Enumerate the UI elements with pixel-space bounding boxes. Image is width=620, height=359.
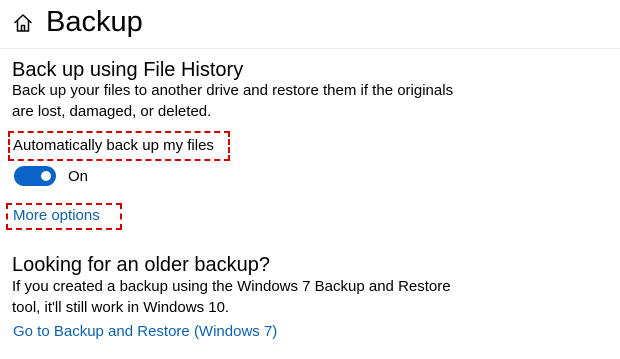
home-icon[interactable]: [12, 12, 34, 34]
file-history-description-line: are lost, damaged, or deleted.: [12, 103, 212, 120]
older-backup-section-title: Looking for an older backup?: [12, 254, 270, 276]
backup-and-restore-link[interactable]: Go to Backup and Restore (Windows 7): [13, 322, 277, 342]
auto-backup-label: Automatically back up my files: [13, 137, 214, 154]
more-options-link[interactable]: More options: [13, 206, 100, 226]
file-history-section-title: Back up using File History: [12, 59, 244, 81]
older-backup-description: If you created a backup using the Window…: [12, 276, 451, 318]
settings-header: Backup: [0, 0, 620, 49]
older-backup-description-line: If you created a backup using the Window…: [12, 278, 451, 295]
auto-backup-toggle[interactable]: [14, 166, 56, 186]
older-backup-description-line: tool, it'll still work in Windows 10.: [12, 299, 230, 316]
toggle-state-label: On: [68, 168, 89, 185]
file-history-description: Back up your files to another drive and …: [12, 80, 453, 122]
toggle-knob: [41, 171, 51, 181]
page-title: Backup: [46, 6, 143, 38]
file-history-description-line: Back up your files to another drive and …: [12, 82, 454, 99]
